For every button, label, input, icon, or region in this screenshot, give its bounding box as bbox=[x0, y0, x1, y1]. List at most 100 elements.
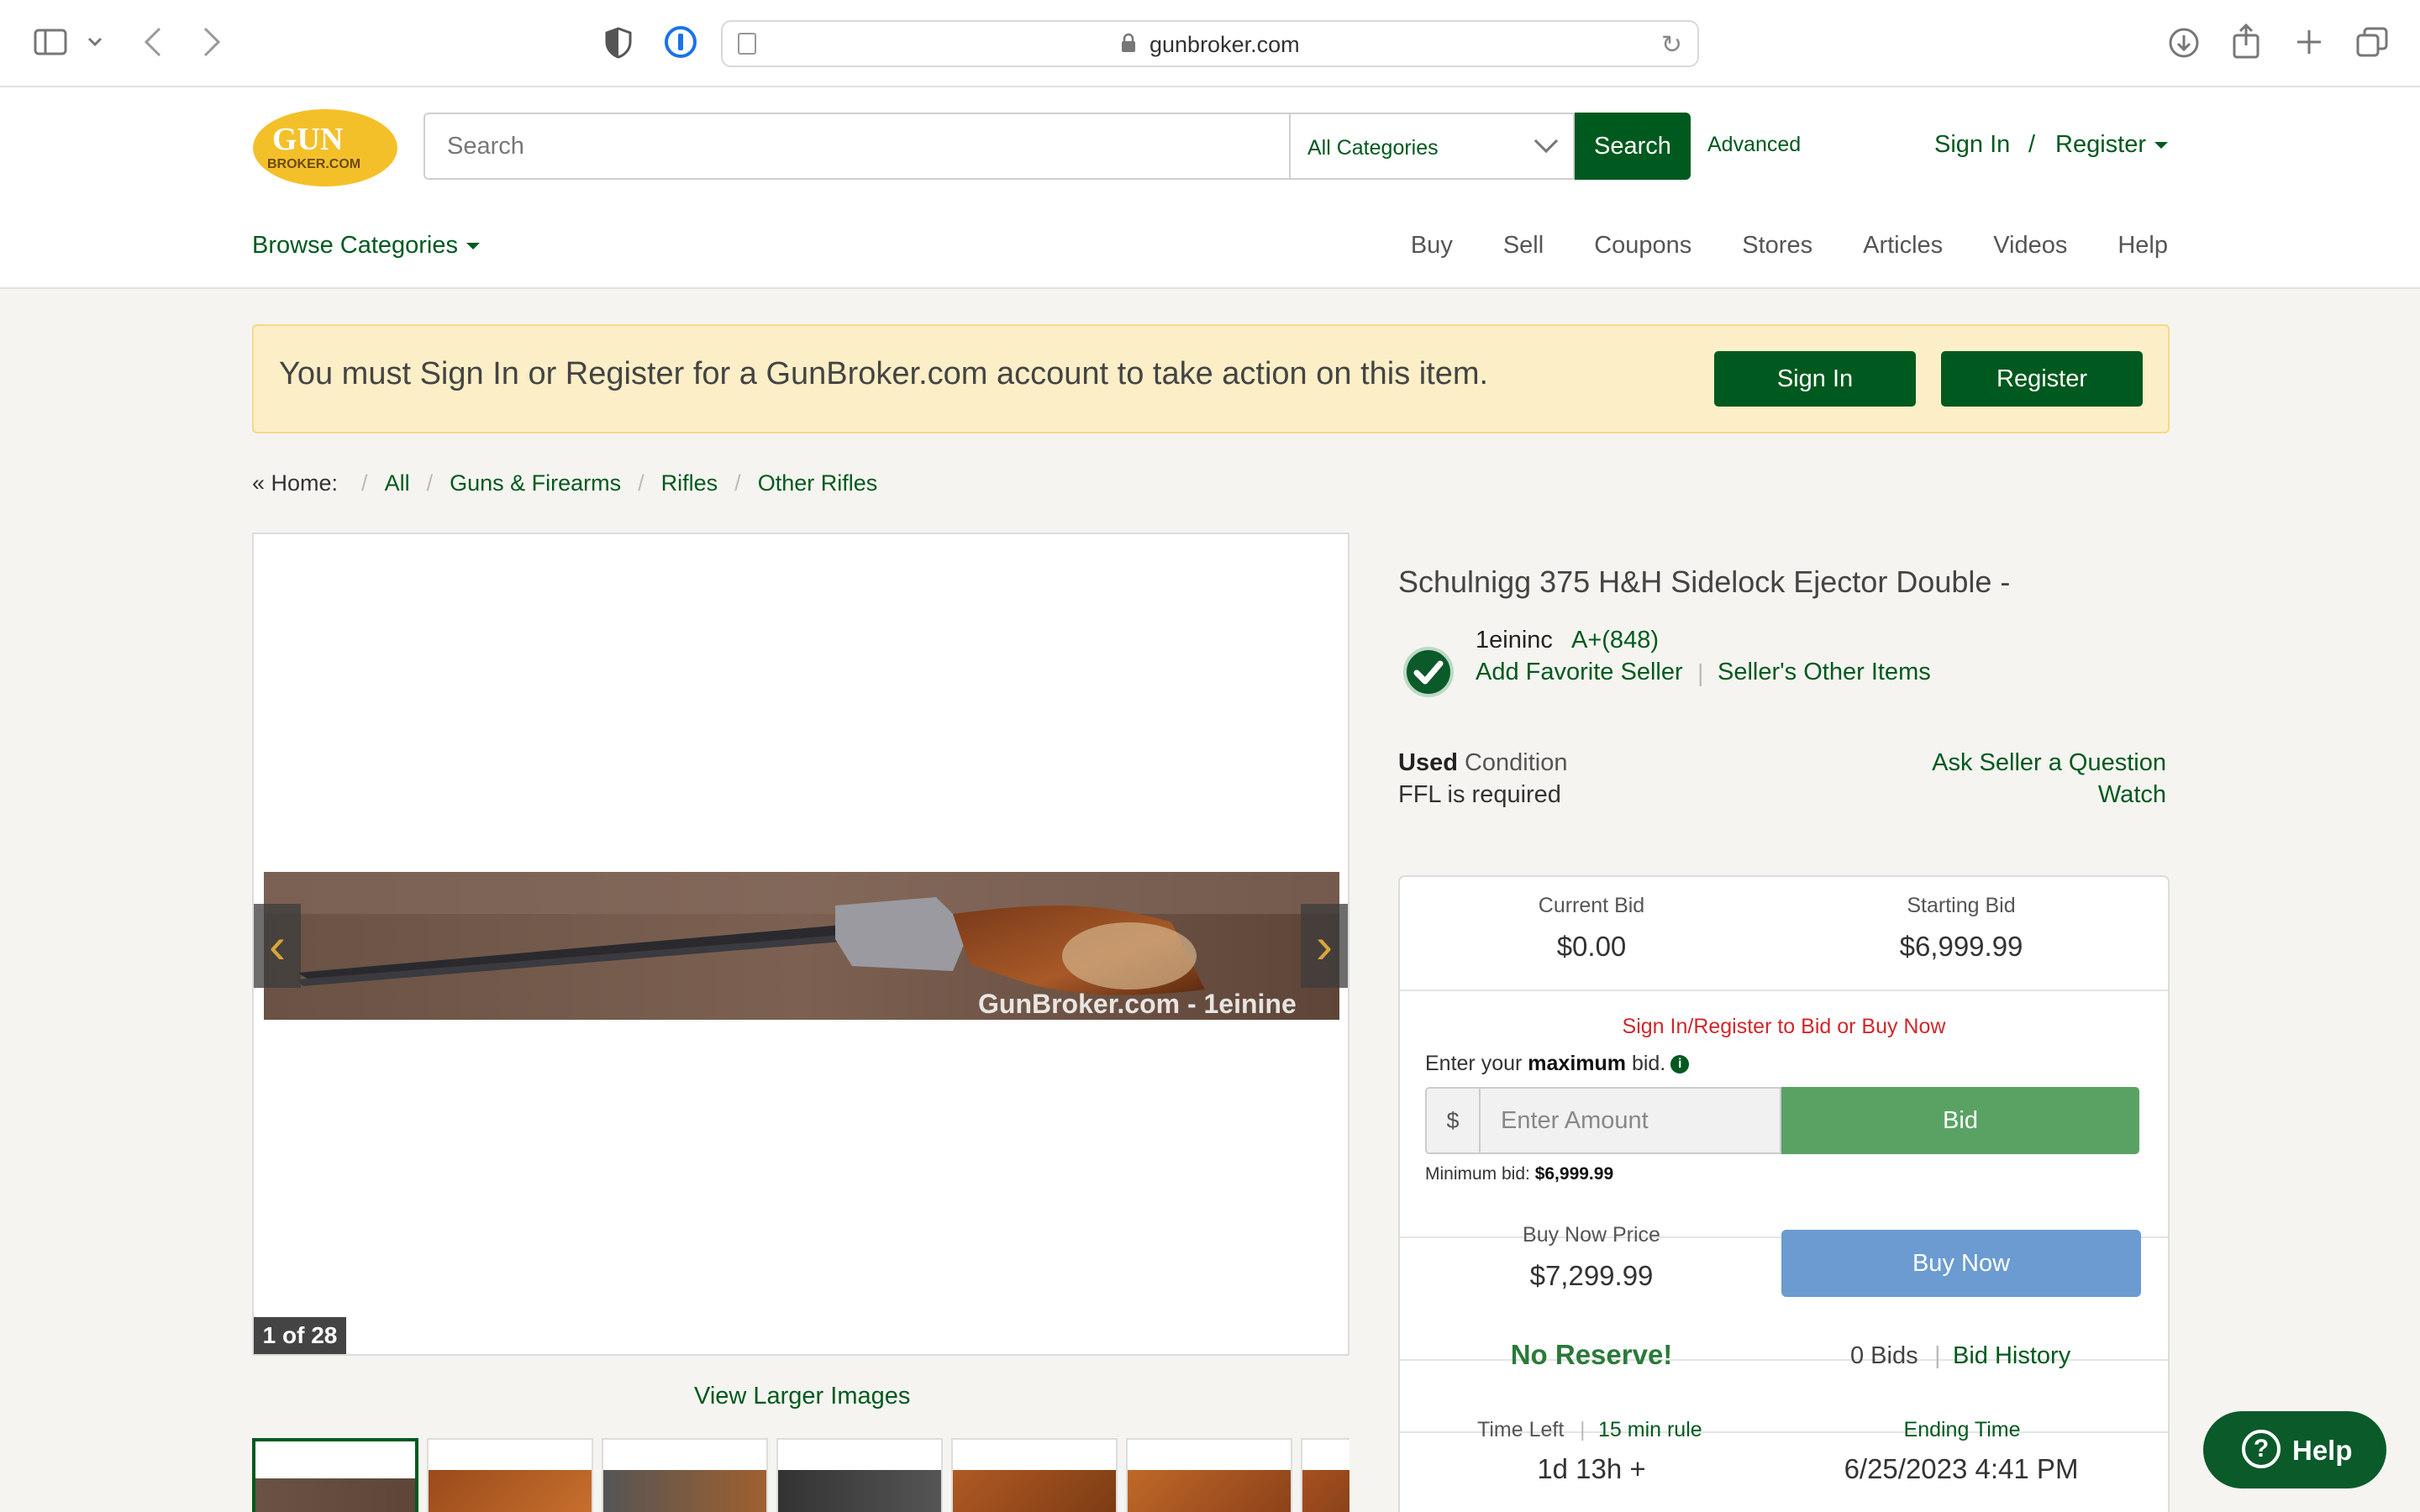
time-left-label: Time Left bbox=[1477, 1418, 1565, 1441]
browse-categories-label: Browse Categories bbox=[252, 232, 458, 259]
help-widget-button[interactable]: ? Help bbox=[2203, 1411, 2386, 1488]
browser-toolbar: gunbroker.com ↻ bbox=[0, 0, 2420, 87]
alert-sign-in-button[interactable]: Sign In bbox=[1714, 351, 1916, 407]
alert-message: You must Sign In or Register for a GunBr… bbox=[279, 356, 1489, 391]
bid-history-link[interactable]: Bid History bbox=[1953, 1342, 2070, 1370]
alert-register-button[interactable]: Register bbox=[1941, 351, 2143, 407]
watermark-text: GunBroker.com - 1einine bbox=[978, 989, 1297, 1019]
separator: | bbox=[1697, 660, 1704, 687]
buy-now-button[interactable]: Buy Now bbox=[1781, 1230, 2141, 1297]
forward-icon[interactable] bbox=[202, 27, 222, 57]
chevron-down-icon[interactable] bbox=[87, 37, 103, 47]
breadcrumb: « Home: / All / Guns & Firearms / Rifles… bbox=[252, 470, 877, 496]
info-icon[interactable]: i bbox=[1670, 1055, 1690, 1074]
new-tab-icon[interactable] bbox=[2296, 29, 2323, 55]
download-icon[interactable] bbox=[2168, 27, 2200, 59]
sidebar-toggle-icon[interactable] bbox=[34, 29, 67, 55]
thumbnail[interactable] bbox=[427, 1438, 593, 1512]
nav-stores[interactable]: Stores bbox=[1742, 232, 1812, 260]
reload-icon[interactable]: ↻ bbox=[1661, 30, 1682, 60]
view-larger-images-link[interactable]: View Larger Images bbox=[694, 1383, 910, 1410]
search-button[interactable]: Search bbox=[1575, 113, 1691, 180]
sign-in-to-bid-warning[interactable]: Sign In/Register to Bid or Buy Now bbox=[1398, 1015, 2170, 1039]
reader-icon[interactable] bbox=[738, 33, 756, 55]
breadcrumb-all[interactable]: All bbox=[385, 470, 410, 496]
minimum-bid: Minimum bid: $6,999.99 bbox=[1425, 1164, 1613, 1184]
register-link-label: Register bbox=[2055, 131, 2146, 158]
enter-suffix: bid. bbox=[1626, 1052, 1666, 1075]
site-header: GUN BROKER.COM All Categories Search Adv… bbox=[0, 87, 2420, 289]
item-title: Schulnigg 375 H&H Sidelock Ejector Doubl… bbox=[1398, 564, 2011, 599]
thumbnail[interactable] bbox=[252, 1438, 418, 1512]
thumbnail-strip bbox=[252, 1438, 1349, 1512]
breadcrumb-other-rifles[interactable]: Other Rifles bbox=[758, 470, 878, 496]
next-image-arrow-icon[interactable]: › bbox=[1301, 904, 1348, 988]
nav-videos[interactable]: Videos bbox=[1993, 232, 2067, 260]
ask-seller-link[interactable]: Ask Seller a Question bbox=[1932, 749, 2166, 777]
buy-now-price-label: Buy Now Price bbox=[1523, 1223, 1660, 1247]
svg-text:BROKER.COM: BROKER.COM bbox=[267, 157, 360, 171]
separator: | bbox=[1580, 1418, 1586, 1441]
category-select-value: All Categories bbox=[1307, 136, 1439, 160]
seller-name[interactable]: 1eininc bbox=[1476, 627, 1553, 654]
bid-panel bbox=[1398, 875, 2170, 1512]
sign-in-link[interactable]: Sign In bbox=[1934, 131, 2010, 159]
back-icon[interactable] bbox=[143, 27, 163, 57]
search-input[interactable] bbox=[424, 113, 1289, 180]
thumbnail[interactable] bbox=[1301, 1438, 1349, 1512]
15-min-rule-link[interactable]: 15 min rule bbox=[1598, 1418, 1702, 1442]
thumbnail[interactable] bbox=[602, 1438, 768, 1512]
prev-image-arrow-icon[interactable]: ‹ bbox=[254, 904, 301, 988]
tab-overview-icon[interactable] bbox=[2356, 27, 2388, 57]
thumbnail[interactable] bbox=[776, 1438, 943, 1512]
advanced-search-link[interactable]: Advanced bbox=[1707, 133, 1801, 157]
verified-seller-check-icon bbox=[1403, 647, 1454, 697]
thumbnail[interactable] bbox=[1126, 1438, 1292, 1512]
nav-help[interactable]: Help bbox=[2118, 232, 2168, 260]
current-bid-label: Current Bid bbox=[1538, 894, 1645, 917]
currency-prefix: $ bbox=[1425, 1087, 1481, 1154]
starting-bid-value: $6,999.99 bbox=[1899, 931, 2023, 962]
breadcrumb-home[interactable]: « Home: bbox=[252, 470, 338, 496]
shield-icon[interactable] bbox=[605, 27, 632, 59]
address-bar[interactable]: gunbroker.com ↻ bbox=[721, 20, 1699, 67]
thumbnail[interactable] bbox=[951, 1438, 1118, 1512]
password-manager-icon[interactable] bbox=[664, 25, 697, 59]
bid-button[interactable]: Bid bbox=[1781, 1087, 2139, 1154]
breadcrumb-rifles[interactable]: Rifles bbox=[661, 470, 718, 496]
category-select[interactable]: All Categories bbox=[1289, 113, 1575, 180]
chevron-down-icon bbox=[1534, 129, 1559, 154]
starting-bid-label: Starting Bid bbox=[1907, 894, 2016, 917]
nav-buy[interactable]: Buy bbox=[1411, 232, 1453, 260]
nav-sell[interactable]: Sell bbox=[1503, 232, 1544, 260]
bids-count: 0 Bids bbox=[1850, 1342, 1918, 1369]
main-product-image[interactable]: GunBroker.com - 1einine bbox=[264, 872, 1339, 1020]
image-counter: 1 of 28 bbox=[254, 1317, 346, 1354]
svg-text:GUN: GUN bbox=[272, 122, 343, 157]
min-bid-label: Minimum bid: bbox=[1425, 1164, 1535, 1184]
nav-coupons[interactable]: Coupons bbox=[1594, 232, 1691, 260]
item-condition: Used Condition bbox=[1398, 749, 1568, 777]
sellers-other-items-link[interactable]: Seller's Other Items bbox=[1718, 659, 1931, 686]
question-icon: ? bbox=[2242, 1430, 2281, 1468]
breadcrumb-separator: / bbox=[426, 470, 434, 496]
nav-articles[interactable]: Articles bbox=[1863, 232, 1943, 260]
add-favorite-seller-link[interactable]: Add Favorite Seller bbox=[1476, 659, 1683, 686]
browse-categories-menu[interactable]: Browse Categories bbox=[252, 232, 480, 260]
bid-amount-input[interactable] bbox=[1481, 1087, 1781, 1154]
ending-time-label: Ending Time bbox=[1903, 1418, 2021, 1441]
breadcrumb-guns-firearms[interactable]: Guns & Firearms bbox=[450, 470, 621, 496]
seller-rating[interactable]: A+(848) bbox=[1571, 627, 1659, 654]
ending-time-value: 6/25/2023 4:41 PM bbox=[1844, 1453, 2079, 1484]
separator: / bbox=[2028, 131, 2036, 158]
enter-prefix: Enter your bbox=[1425, 1052, 1528, 1075]
sign-in-alert: You must Sign In or Register for a GunBr… bbox=[252, 324, 2170, 433]
watch-link[interactable]: Watch bbox=[2098, 781, 2166, 809]
time-left-value: 1d 13h + bbox=[1537, 1453, 1646, 1484]
register-link[interactable]: Register bbox=[2055, 131, 2168, 159]
gunbroker-logo[interactable]: GUN BROKER.COM bbox=[252, 106, 398, 190]
share-icon[interactable] bbox=[2232, 24, 2260, 59]
condition-label: Condition bbox=[1457, 749, 1568, 776]
buy-now-price-value: $7,299.99 bbox=[1529, 1260, 1654, 1291]
separator: | bbox=[1934, 1342, 1941, 1369]
